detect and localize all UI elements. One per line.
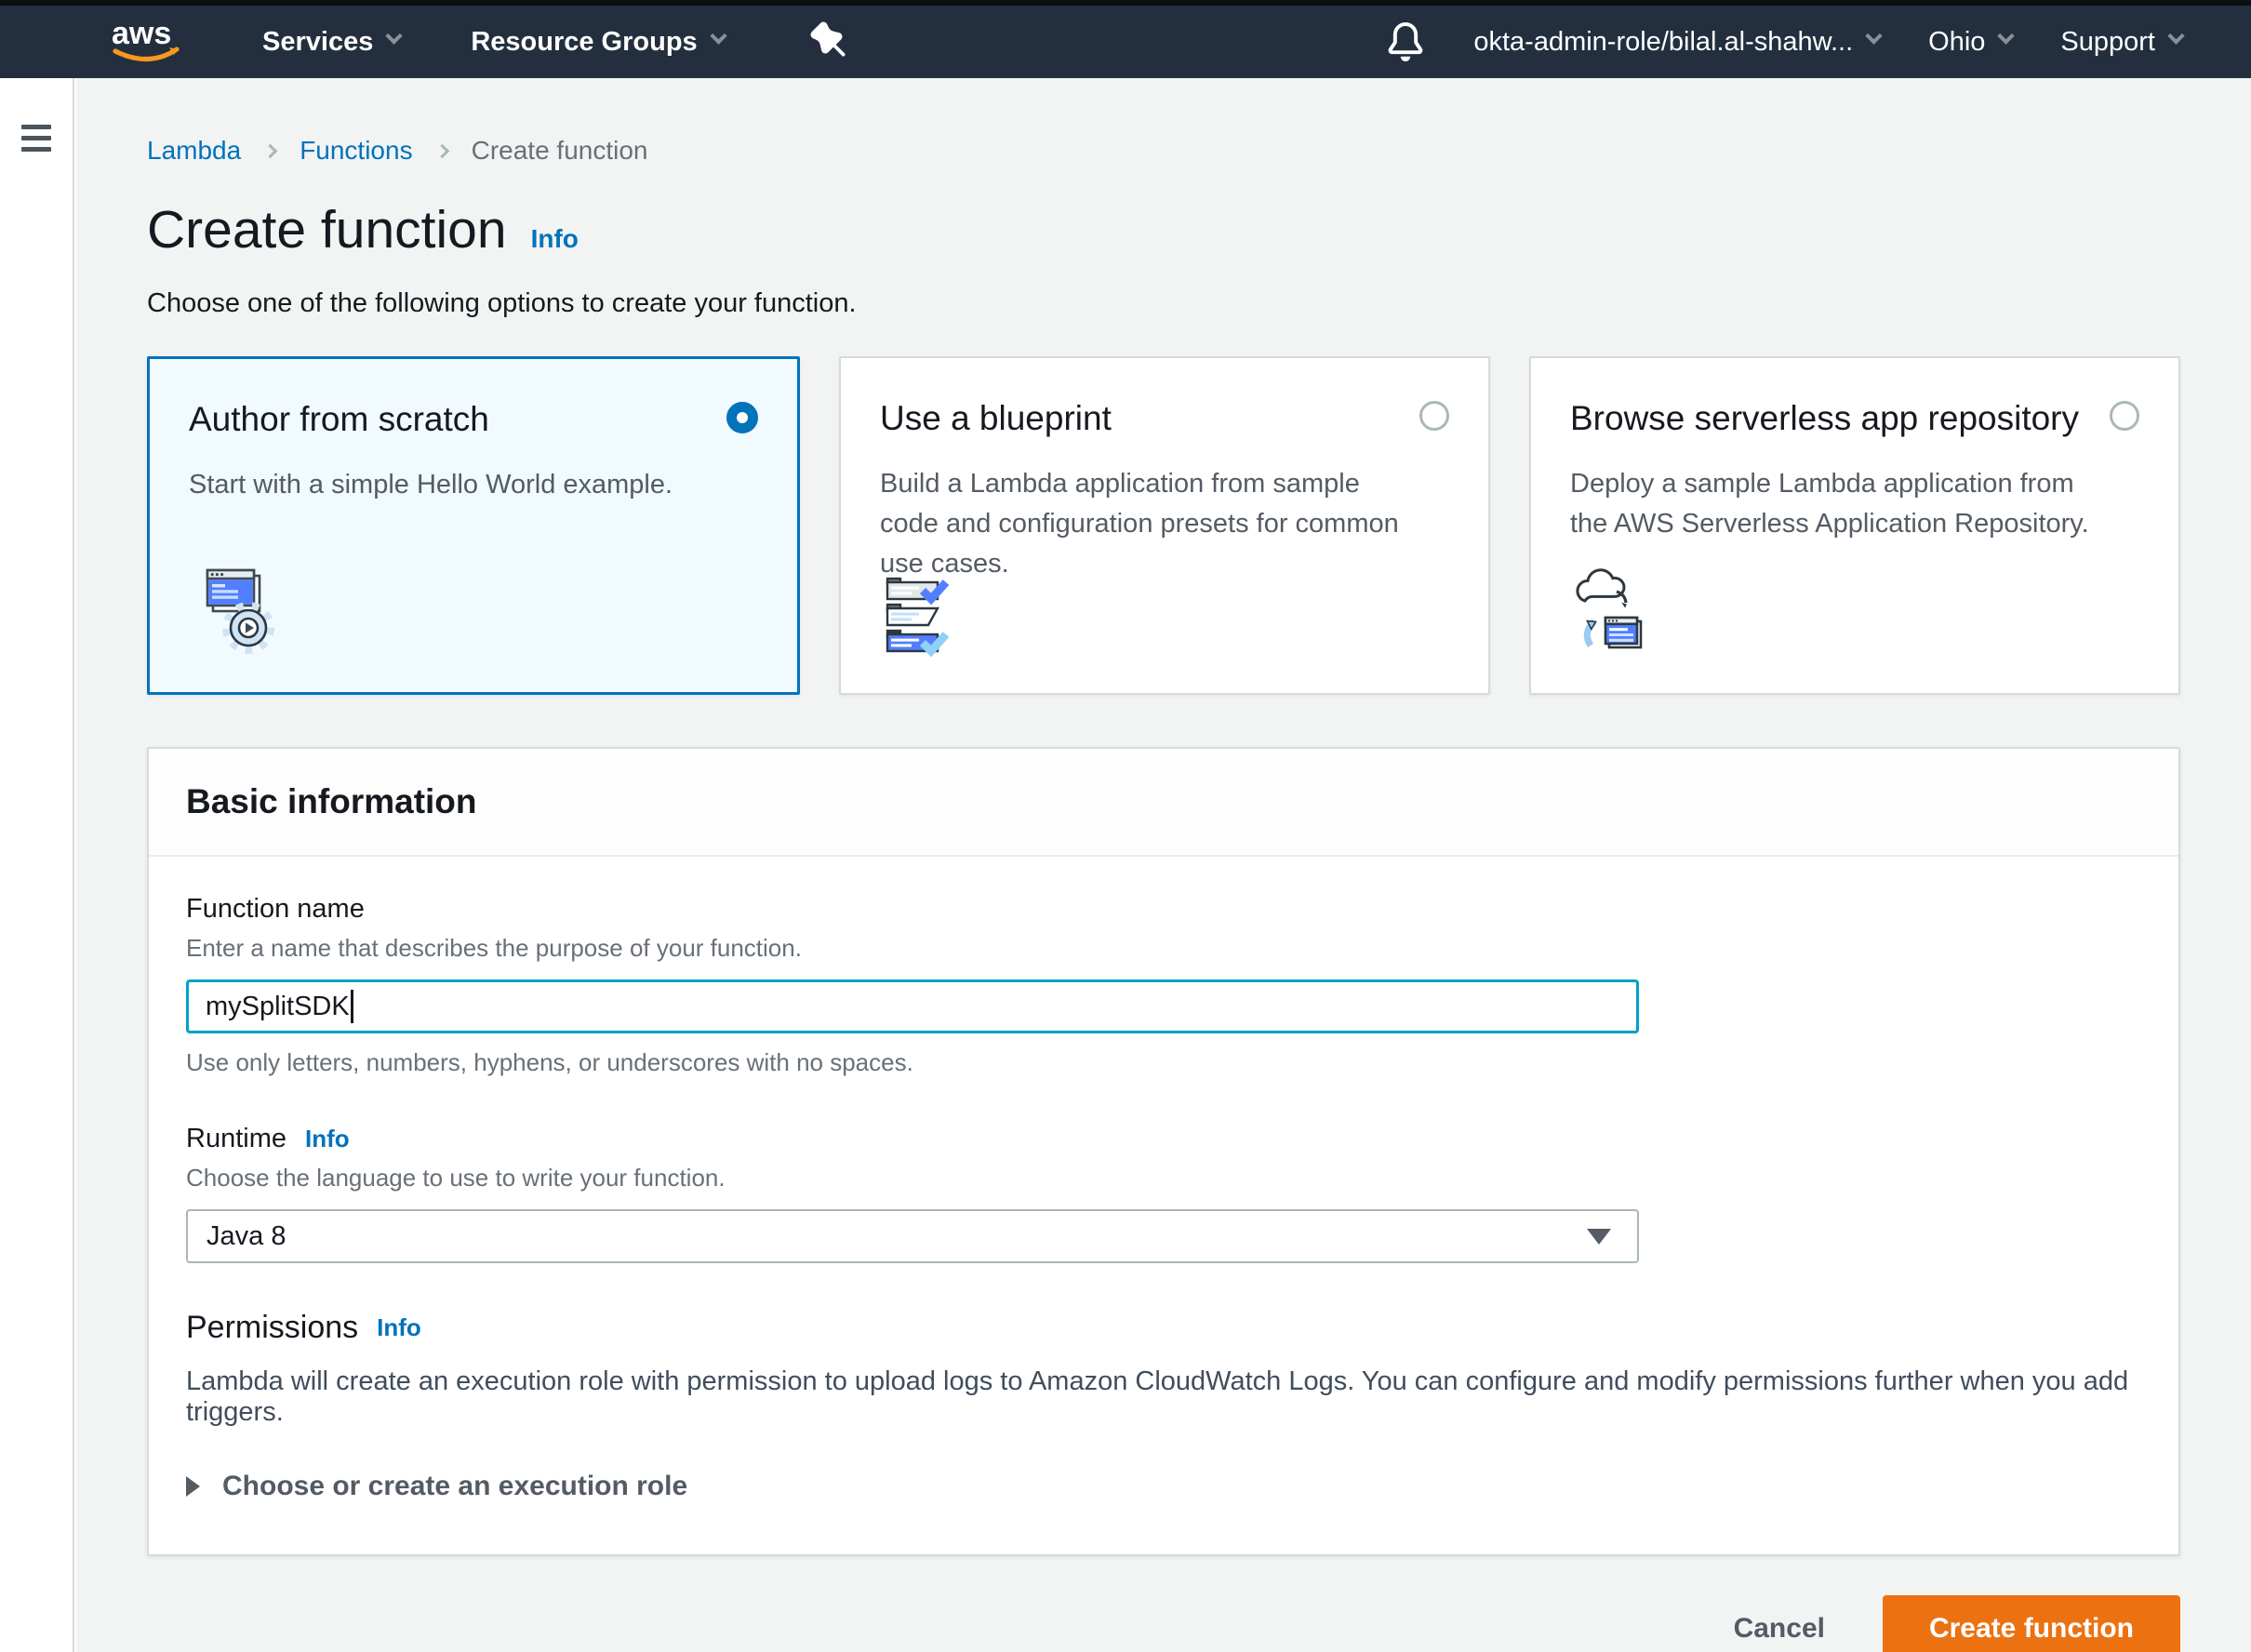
title-info-link[interactable]: Info: [531, 224, 579, 254]
function-name-constraint: Use only letters, numbers, hyphens, or u…: [186, 1048, 2141, 1077]
aws-logo[interactable]: aws: [108, 16, 190, 68]
option-title: Browse serverless app repository: [1570, 393, 2079, 438]
chevron-right-icon: [434, 143, 449, 158]
aws-logo-icon: aws: [108, 16, 190, 68]
function-name-help: Enter a name that describes the purpose …: [186, 934, 2141, 963]
runtime-info-link[interactable]: Info: [305, 1125, 350, 1153]
top-navigation: aws Services Resource Groups okta-admin-…: [0, 6, 2251, 78]
panel-title: Basic information: [186, 782, 2141, 821]
svg-text:aws: aws: [112, 16, 171, 51]
runtime-selected-value: Java 8: [206, 1221, 286, 1252]
runtime-help: Choose the language to use to write your…: [186, 1164, 2141, 1192]
expander-triangle-icon: [186, 1476, 200, 1497]
chevron-right-icon: [263, 143, 278, 158]
dropdown-caret-icon: [1587, 1229, 1611, 1245]
basic-information-panel: Basic information Function name Enter a …: [147, 747, 2180, 1556]
nav-region-menu[interactable]: Ohio: [1928, 27, 2012, 58]
left-sidebar: [0, 78, 74, 1652]
nav-services[interactable]: Services: [262, 27, 400, 58]
function-name-label: Function name: [186, 894, 2141, 925]
breadcrumb-current: Create function: [472, 136, 648, 166]
main-content: Lambda Functions Create function Create …: [76, 78, 2251, 1652]
page-title: Create function Info: [147, 199, 2180, 260]
page-subtitle: Choose one of the following options to c…: [147, 288, 2180, 319]
nav-support-menu[interactable]: Support: [2060, 27, 2182, 58]
use-a-blueprint-radio[interactable]: [1419, 401, 1449, 431]
use-a-blueprint-icon: [880, 564, 977, 665]
permissions-description: Lambda will create an execution role wit…: [186, 1366, 2141, 1428]
chevron-down-icon: [1865, 27, 1882, 44]
cancel-button[interactable]: Cancel: [1734, 1613, 1825, 1645]
author-from-scratch-icon: [189, 563, 286, 664]
function-name-input[interactable]: mySplitSDK: [186, 979, 1639, 1033]
option-card-use-a-blueprint[interactable]: Use a blueprint Build a Lambda applicati…: [839, 356, 1490, 695]
chevron-down-icon: [2167, 27, 2184, 44]
creation-options: Author from scratch Start with a simple …: [147, 356, 2180, 695]
author-from-scratch-radio[interactable]: [726, 402, 758, 433]
nav-account-menu[interactable]: okta-admin-role/bilal.al-shahw...: [1473, 27, 1880, 58]
breadcrumb: Lambda Functions Create function: [147, 78, 2180, 166]
text-cursor: [351, 990, 353, 1023]
nav-resource-groups[interactable]: Resource Groups: [471, 27, 724, 58]
option-title: Author from scratch: [189, 394, 489, 439]
chevron-down-icon: [386, 27, 403, 44]
breadcrumb-lambda[interactable]: Lambda: [147, 136, 241, 166]
runtime-select[interactable]: Java 8: [186, 1209, 1639, 1263]
function-name-value: mySplitSDK: [206, 992, 350, 1022]
bell-icon[interactable]: [1386, 22, 1425, 61]
option-description: Start with a simple Hello World example.: [189, 465, 758, 505]
runtime-label: Runtime: [186, 1124, 286, 1154]
option-card-author-from-scratch[interactable]: Author from scratch Start with a simple …: [147, 356, 800, 695]
permissions-label: Permissions: [186, 1310, 358, 1346]
permissions-info-link[interactable]: Info: [377, 1313, 421, 1342]
serverless-app-repository-icon: [1570, 564, 1667, 665]
footer-actions: Cancel Create function: [147, 1595, 2180, 1652]
chevron-down-icon: [1998, 27, 2015, 44]
panel-header: Basic information: [149, 749, 2178, 857]
option-title: Use a blueprint: [880, 393, 1112, 438]
hamburger-menu-icon[interactable]: [21, 125, 51, 152]
execution-role-expander-label: Choose or create an execution role: [222, 1471, 687, 1502]
chevron-down-icon: [710, 27, 726, 44]
breadcrumb-functions[interactable]: Functions: [300, 136, 412, 166]
pushpin-icon[interactable]: [810, 21, 847, 63]
option-description: Deploy a sample Lambda application from …: [1570, 464, 2139, 544]
execution-role-expander[interactable]: Choose or create an execution role: [186, 1471, 2141, 1502]
option-card-browse-serverless-app-repository[interactable]: Browse serverless app repository Deploy …: [1529, 356, 2180, 695]
browse-serverless-app-repository-radio[interactable]: [2110, 401, 2139, 431]
create-function-button[interactable]: Create function: [1883, 1595, 2180, 1652]
